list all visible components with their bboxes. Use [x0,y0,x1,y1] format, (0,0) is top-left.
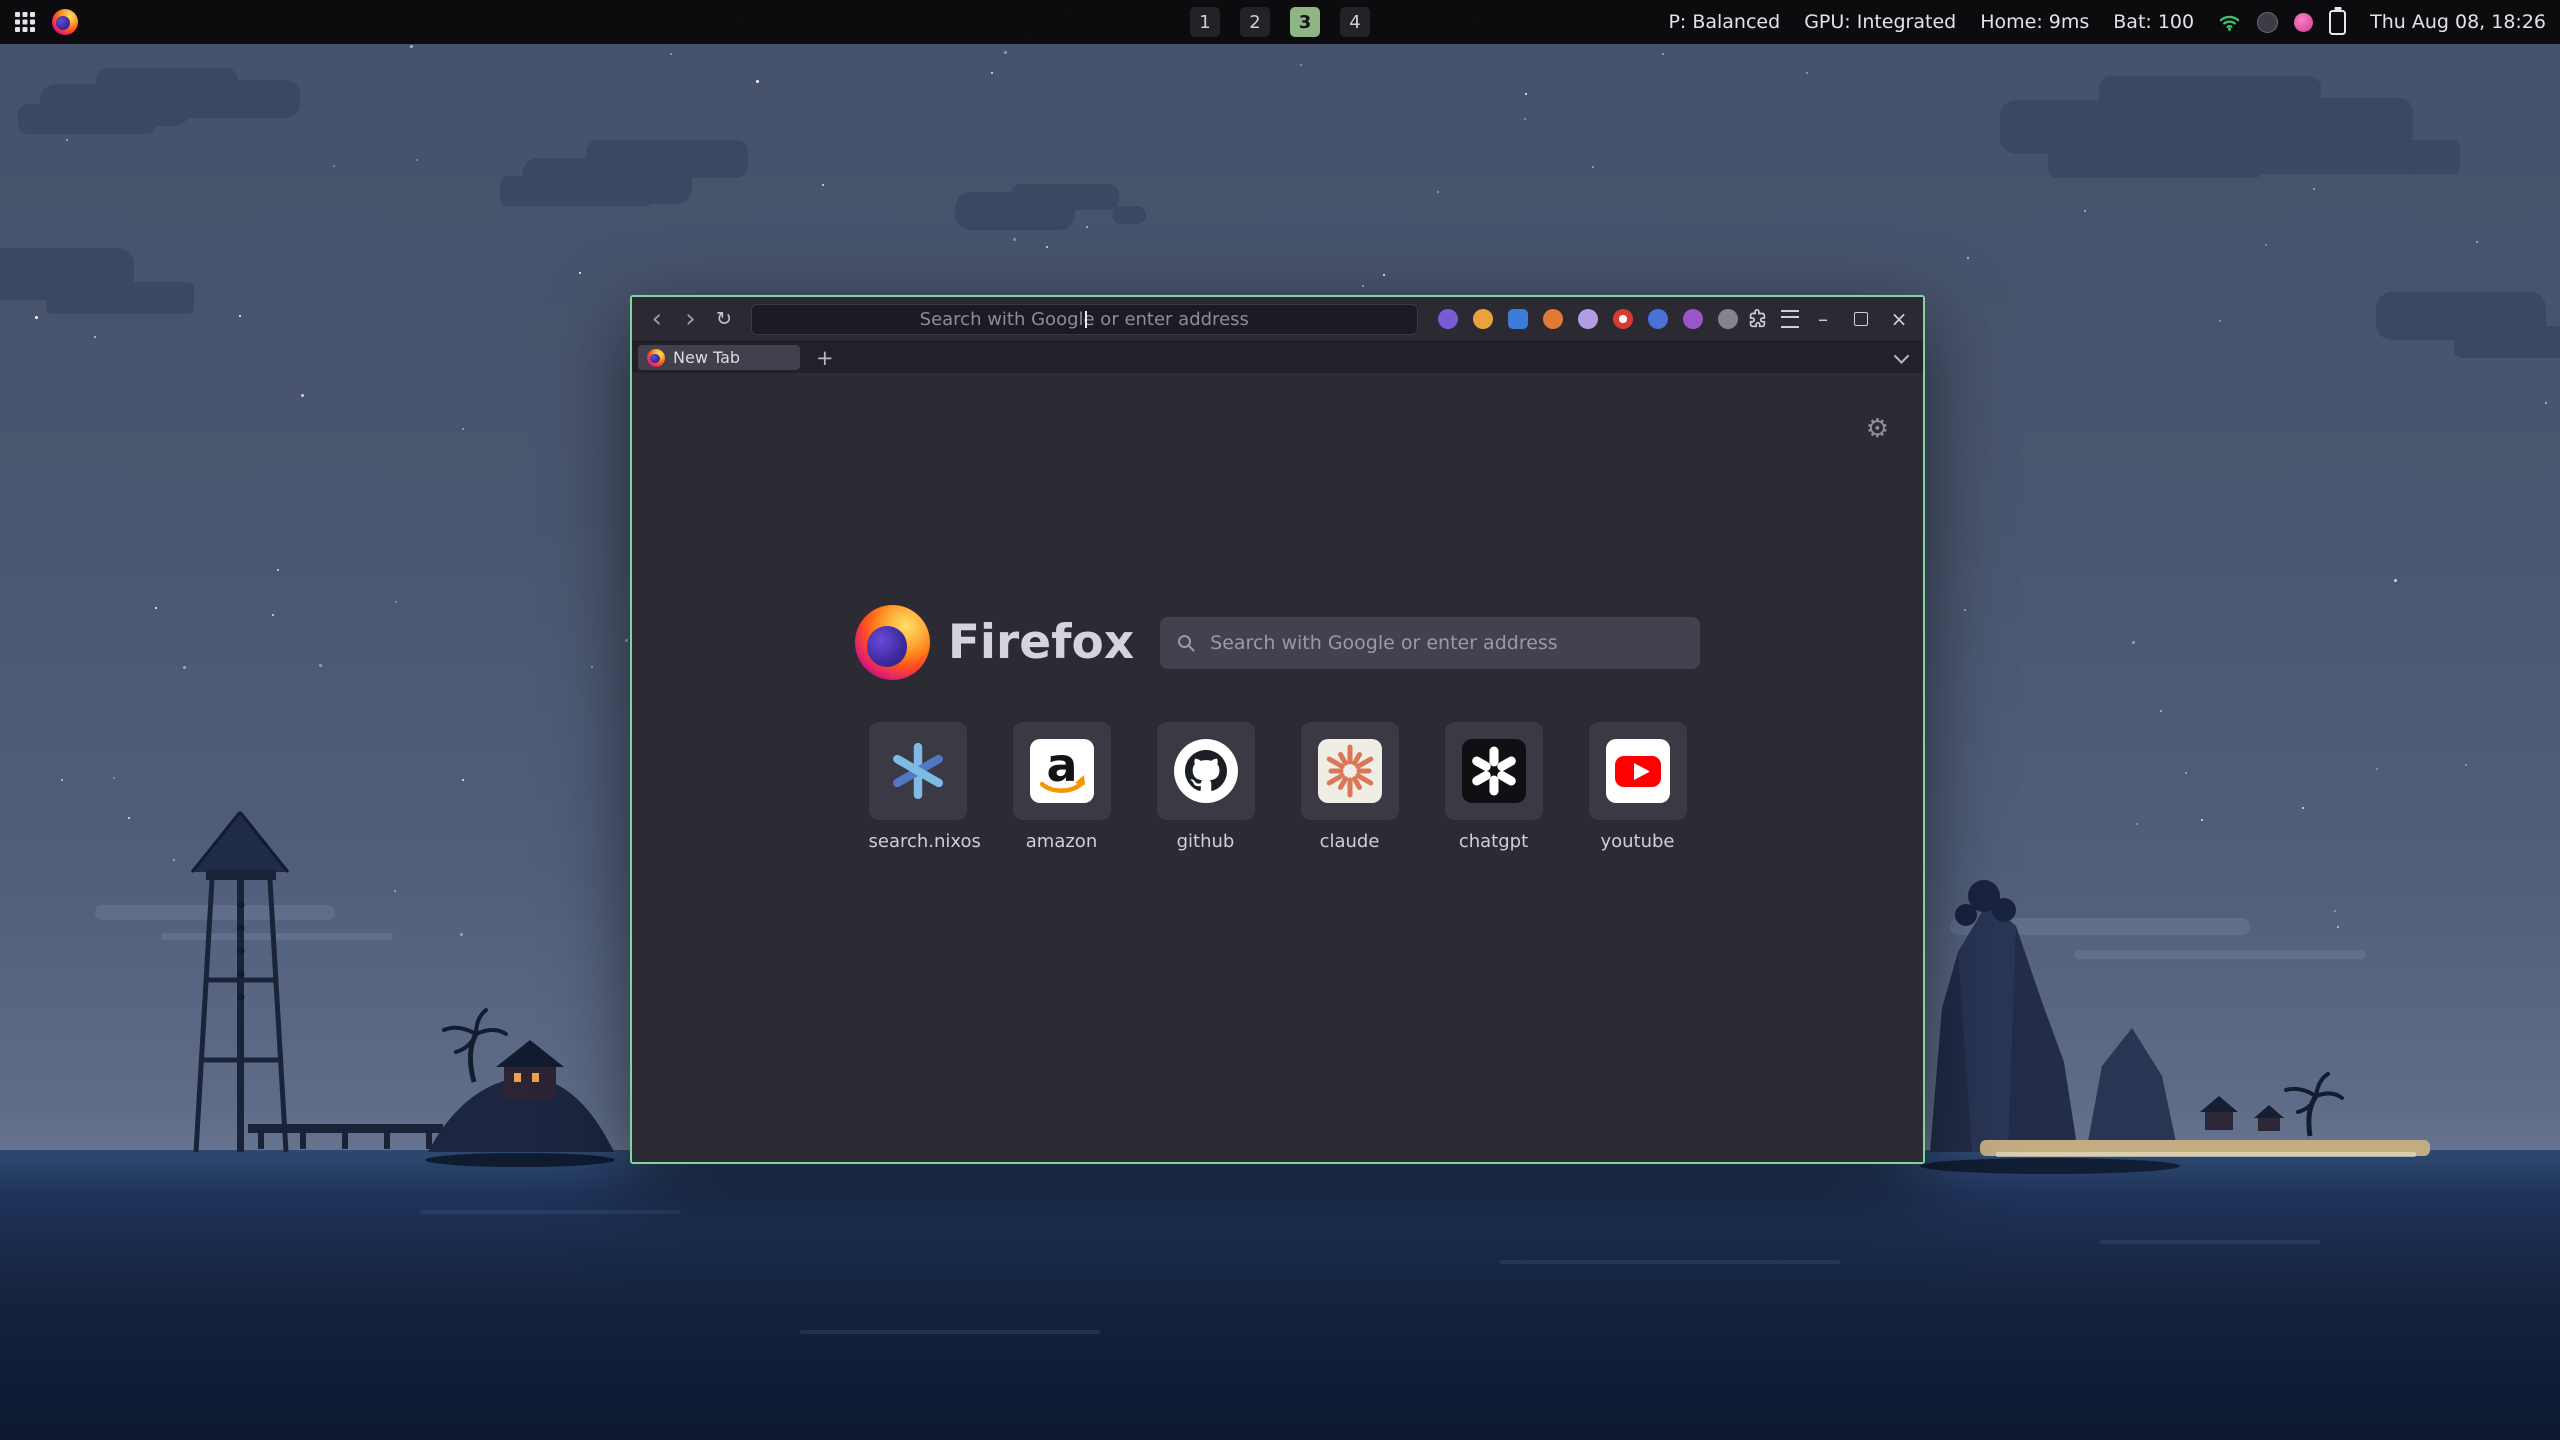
urlbar[interactable]: Search with Google or enter address [751,304,1418,335]
shortcut-tiles: search.nixos a amazon [632,722,1923,852]
battery-status: Bat: 100 [2113,11,2194,33]
maximize-button[interactable] [1847,305,1875,333]
youtube-icon [1606,739,1670,803]
newtab-hero: Firefox [632,605,1923,680]
reload-button[interactable]: ↻ [709,304,739,334]
window-controls: – × [1809,305,1913,333]
gpu-status: GPU: Integrated [1804,11,1956,33]
claude-icon [1318,739,1382,803]
firefox-wordmark: Firefox [948,615,1134,670]
shortcut-tile-youtube[interactable]: youtube [1589,722,1687,852]
workspace-button-3[interactable]: 3 [1290,7,1320,37]
newtab-search[interactable] [1160,617,1700,669]
shortcut-tile-amazon[interactable]: a amazon [1013,722,1111,852]
forward-button[interactable]: › [676,304,706,334]
text-caret [1085,311,1087,328]
new-tab-page: ⚙ Firefox [632,373,1923,1162]
shortcut-tile-chatgpt[interactable]: chatgpt [1445,722,1543,852]
workspace-button-4[interactable]: 4 [1340,7,1370,37]
workspace-switcher: 1 2 3 4 [1190,0,1370,44]
shortcut-tile-github[interactable]: github [1157,722,1255,852]
hamburger-icon [1781,310,1799,328]
firefox-taskbar-icon[interactable] [52,9,78,35]
tile-label: youtube [1589,831,1687,852]
github-icon [1174,739,1238,803]
urlbar-placeholder-text: Search with Google or enter address [920,309,1249,330]
extension-icon[interactable] [1473,309,1493,329]
extension-toolbar [1438,309,1738,329]
browser-toolbar: ‹ › ↻ Search with Google or enter addres… [632,297,1923,341]
shortcut-tile-search-nixos[interactable]: search.nixos [869,722,967,852]
tile-label: search.nixos [869,831,967,852]
extension-icon[interactable] [1578,309,1598,329]
extensions-puzzle-icon[interactable] [1742,304,1772,334]
app-launcher-button[interactable] [14,11,36,33]
extension-icon[interactable] [1718,309,1738,329]
extension-icon[interactable] [1438,309,1458,329]
chevron-down-icon [1894,348,1910,364]
firefox-logo [855,605,930,680]
tile-label: amazon [1013,831,1111,852]
extension-icon[interactable] [1648,309,1668,329]
extension-icon[interactable] [1613,309,1633,329]
apps-grid-icon [14,11,36,33]
tab-bar: New Tab + [632,341,1923,373]
tray-status-icon[interactable] [2257,12,2278,33]
extension-icon[interactable] [1543,309,1563,329]
tile-label: chatgpt [1445,831,1543,852]
svg-text:a: a [1046,739,1077,792]
newtab-search-input[interactable] [1208,631,1684,655]
desktop: 1 2 3 4 P: Balanced GPU: Integrated Home… [0,0,2560,1440]
maximize-icon [1854,312,1868,326]
close-button[interactable]: × [1885,305,1913,333]
firefox-window: ‹ › ↻ Search with Google or enter addres… [630,295,1925,1164]
shortcut-tile-claude[interactable]: claude [1301,722,1399,852]
firefox-favicon [647,349,665,367]
tab-new-tab[interactable]: New Tab [638,345,800,370]
nixos-icon [886,739,950,803]
tray-indicator-icon[interactable] [2294,13,2313,32]
workspace-button-1[interactable]: 1 [1190,7,1220,37]
clock[interactable]: Thu Aug 08, 18:26 [2370,11,2546,33]
back-button[interactable]: ‹ [642,304,672,334]
extension-icon[interactable] [1683,309,1703,329]
chatgpt-icon [1462,739,1526,803]
wifi-icon[interactable] [2218,12,2241,32]
extension-icon[interactable] [1508,309,1528,329]
power-profile-status: P: Balanced [1668,11,1780,33]
workspace-button-2[interactable]: 2 [1240,7,1270,37]
home-latency-status: Home: 9ms [1980,11,2089,33]
minimize-button[interactable]: – [1809,305,1837,333]
amazon-icon: a [1030,739,1094,803]
status-bar: 1 2 3 4 P: Balanced GPU: Integrated Home… [0,0,2560,44]
menu-button[interactable] [1775,304,1805,334]
settings-gear-icon[interactable]: ⚙ [1860,413,1895,445]
new-tab-button[interactable]: + [810,346,840,370]
search-icon [1176,633,1196,653]
battery-icon[interactable] [2329,10,2346,35]
tile-label: claude [1301,831,1399,852]
firefox-icon [52,9,78,35]
tab-title: New Tab [673,348,740,367]
tab-overflow-button[interactable] [1892,348,1911,367]
tile-label: github [1157,831,1255,852]
